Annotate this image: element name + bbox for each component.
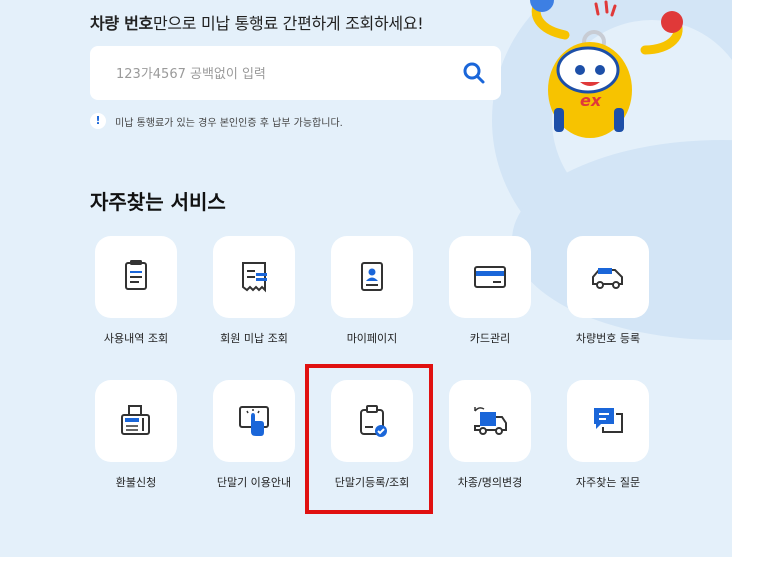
notice-text: 미납 통행료가 있는 경우 본인인증 후 납부 가능합니다. [115,117,343,129]
service-plate-register[interactable] [567,236,649,318]
headline-rest: 만으로 미납 통행료 간편하게 조회하세요! [152,14,424,33]
receipt-list-icon [125,260,147,290]
plate-search-box [90,46,501,100]
service-label[interactable]: 카드관리 [425,330,555,346]
credit-card-icon [474,266,506,288]
exclamation-icon: ! [90,113,106,129]
main-panel: 차량 번호만으로 미납 통행료 간편하게 조회하세요! ! 미납 통행료가 있는… [0,0,732,557]
plate-search-input[interactable] [114,61,448,87]
service-member-unpaid[interactable] [213,236,295,318]
service-label[interactable]: 차량번호 등록 [543,330,673,346]
service-usage-history[interactable] [95,236,177,318]
headline-bold: 차량 번호 [90,14,153,33]
service-label[interactable]: 환불신청 [71,474,201,490]
service-label[interactable]: 단말기 이용안내 [189,474,319,490]
profile-card-icon [361,262,383,291]
service-label[interactable]: 자주찾는 질문 [543,474,673,490]
service-refund[interactable] [95,380,177,462]
truck-change-icon [474,407,507,435]
highlight-box [305,364,433,514]
unpaid-receipt-icon [242,262,267,293]
touch-terminal-icon [239,406,269,436]
notice-line: ! 미납 통행료가 있는 경우 본인인증 후 납부 가능합니다. [90,113,343,129]
search-icon[interactable] [461,60,487,86]
service-card-management[interactable] [449,236,531,318]
fax-printer-icon [121,405,150,435]
hero-headline: 차량 번호만으로 미납 통행료 간편하게 조회하세요! [90,10,424,34]
service-mypage[interactable] [331,236,413,318]
svg-text:ex: ex [580,91,602,110]
service-label[interactable]: 사용내역 조회 [71,330,201,346]
service-faq[interactable] [567,380,649,462]
mascot-illustration: ex [530,0,683,138]
service-label[interactable]: 회원 미납 조회 [189,330,319,346]
service-label[interactable]: 마이페이지 [307,330,437,346]
chat-bubble-icon [594,408,623,433]
car-register-icon [592,268,623,289]
service-vehicle-owner-change[interactable] [449,380,531,462]
service-terminal-guide[interactable] [213,380,295,462]
service-label[interactable]: 차종/명의변경 [425,474,555,490]
section-title: 자주찾는 서비스 [90,190,226,214]
